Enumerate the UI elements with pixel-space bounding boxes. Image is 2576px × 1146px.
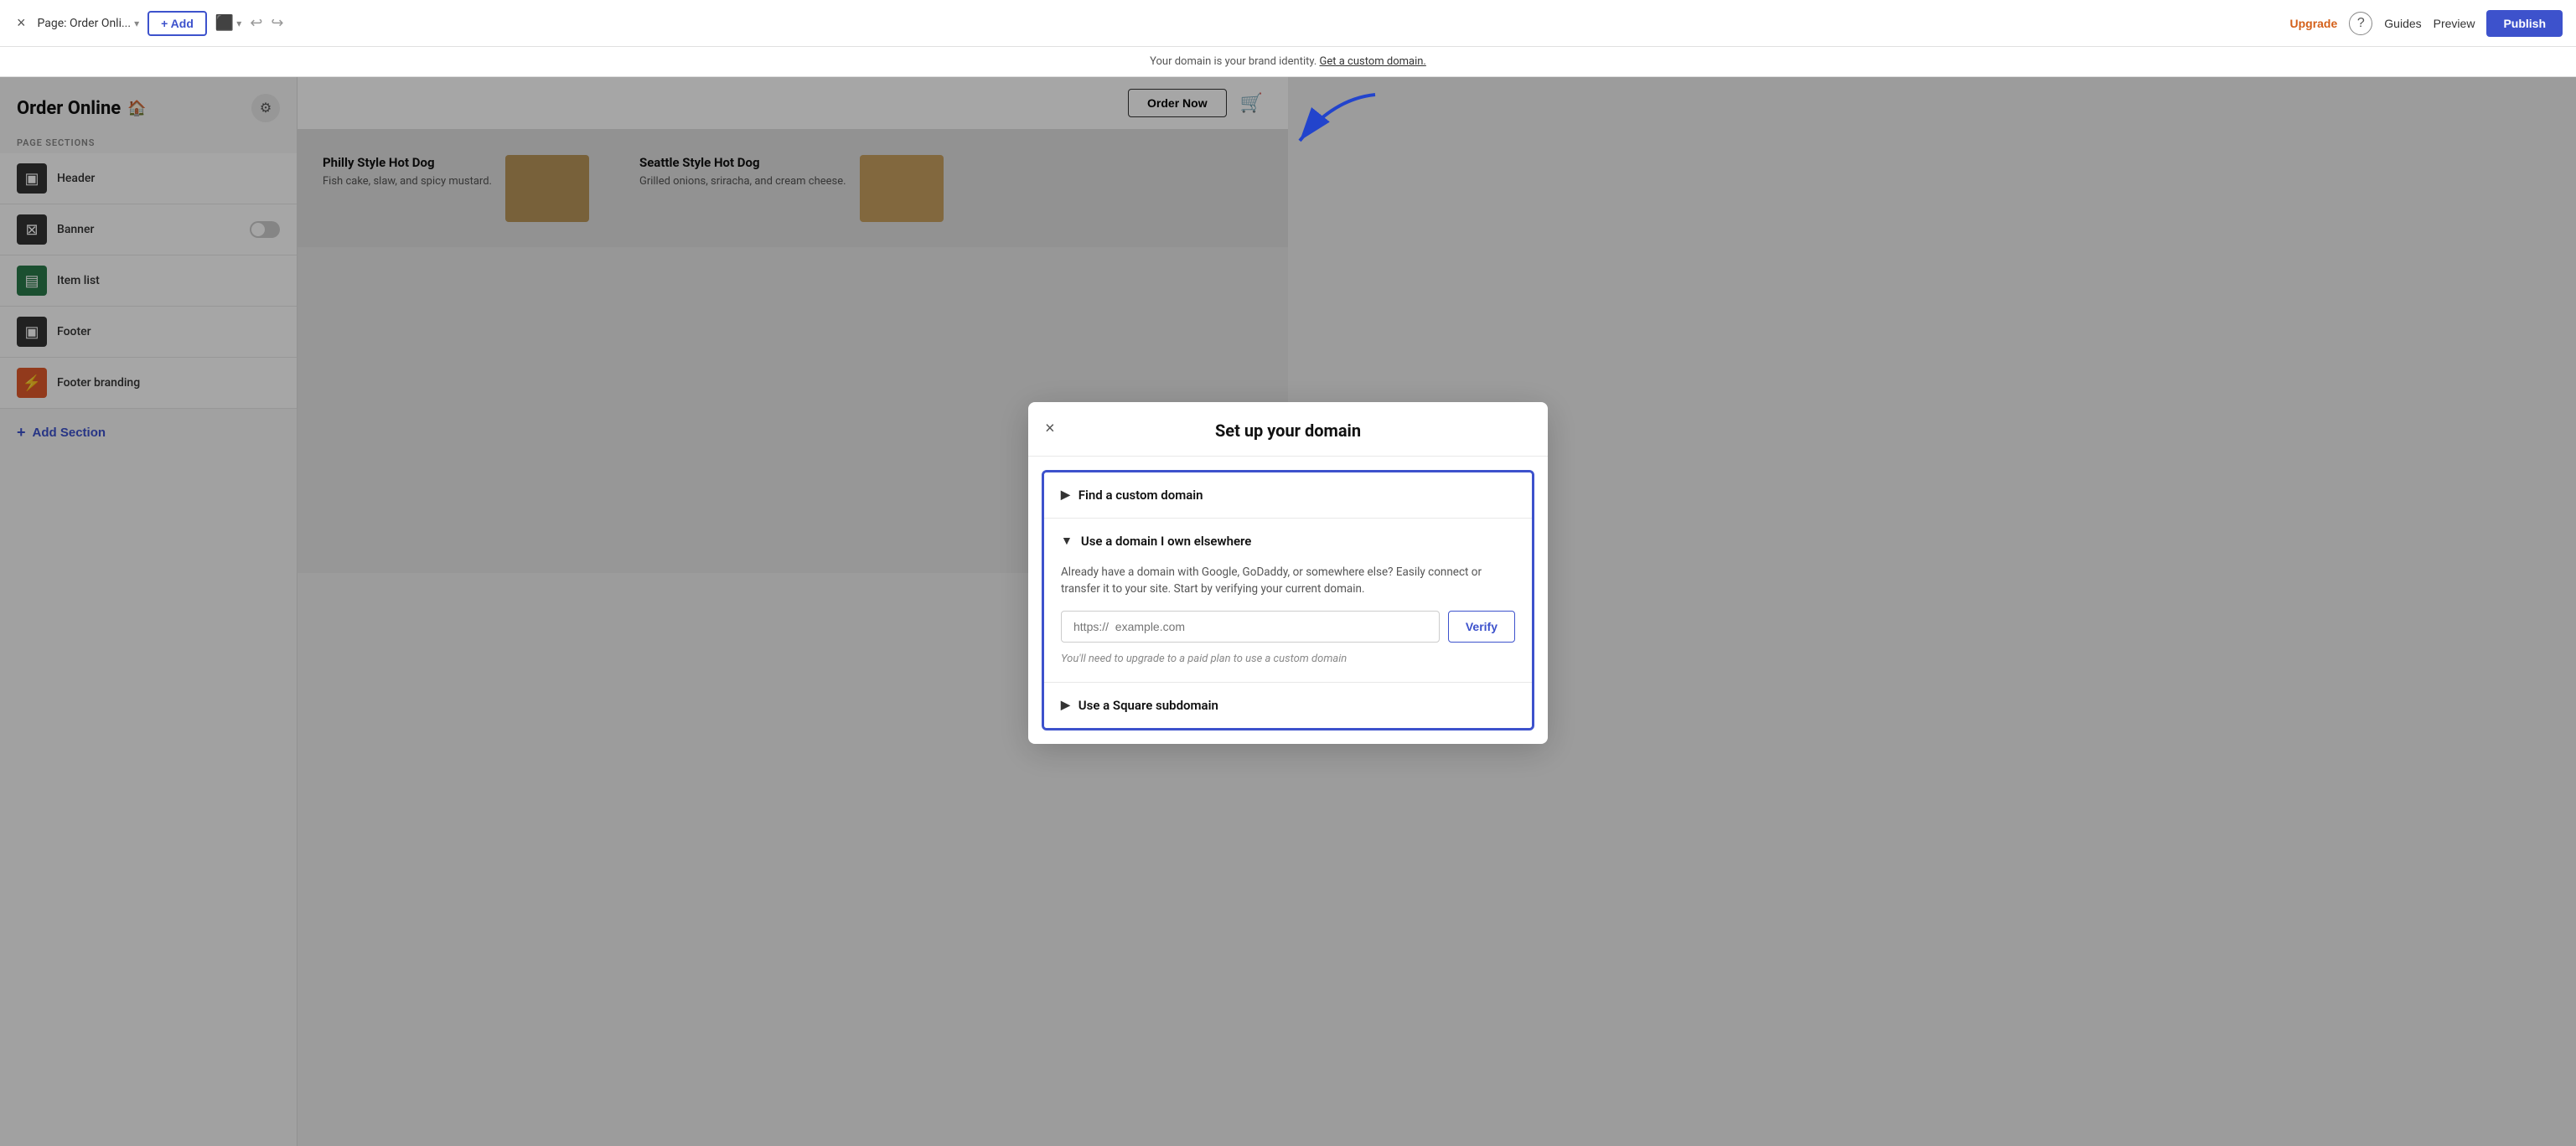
own-elsewhere-description: Already have a domain with Google, GoDad… [1061, 564, 1515, 598]
preview-button[interactable]: Preview [2434, 17, 2475, 30]
subdomain-label: Use a Square subdomain [1079, 698, 1218, 713]
accordion-subdomain-header[interactable]: ▶ Use a Square subdomain [1044, 683, 1532, 728]
domain-banner-link[interactable]: Get a custom domain. [1320, 55, 1426, 68]
monitor-dropdown-icon: ▾ [236, 18, 241, 29]
page-label: Page: Order Onli... ▾ [38, 17, 140, 30]
modal-title: Set up your domain [1215, 421, 1361, 441]
monitor-button[interactable]: ⬛ ▾ [215, 14, 241, 32]
modal-body: ▶ Find a custom domain ▼ Use a domain I … [1042, 470, 1534, 731]
undo-button[interactable]: ↩ [250, 14, 262, 32]
accordion-find-custom-header[interactable]: ▶ Find a custom domain [1044, 472, 1532, 518]
modal-close-button[interactable]: × [1045, 419, 1055, 438]
accordion-subdomain: ▶ Use a Square subdomain [1044, 683, 1532, 728]
accordion-own-elsewhere: ▼ Use a domain I own elsewhere Already h… [1044, 519, 1532, 684]
page-name: Page: Order Onli... [38, 17, 132, 30]
verify-button[interactable]: Verify [1448, 611, 1515, 643]
find-custom-label: Find a custom domain [1079, 488, 1203, 503]
modal-overlay[interactable]: × Set up your domain ▶ Find a custom dom… [0, 0, 2576, 1146]
help-button[interactable]: ? [2349, 12, 2372, 35]
domain-input[interactable] [1061, 611, 1440, 643]
find-custom-chevron: ▶ [1061, 488, 1070, 502]
topbar-right: Upgrade ? Guides Preview Publish [2289, 10, 2563, 37]
page-dropdown-icon[interactable]: ▾ [134, 18, 139, 29]
modal-header: × Set up your domain [1028, 402, 1548, 457]
own-elsewhere-label: Use a domain I own elsewhere [1081, 534, 1251, 549]
accordion-own-elsewhere-header[interactable]: ▼ Use a domain I own elsewhere [1044, 519, 1532, 564]
guides-button[interactable]: Guides [2384, 17, 2421, 30]
upgrade-notice: You'll need to upgrade to a paid plan to… [1061, 653, 1515, 665]
domain-banner-text: Your domain is your brand identity. [1150, 55, 1316, 68]
own-elsewhere-chevron: ▼ [1061, 534, 1073, 548]
domain-input-row: Verify [1061, 611, 1515, 643]
add-button[interactable]: + Add [147, 11, 207, 36]
domain-banner: Your domain is your brand identity. Get … [0, 47, 2576, 77]
topbar-left: × Page: Order Onli... ▾ + Add ⬛ ▾ ↩ ↪ [13, 11, 284, 36]
arrow-annotation [1283, 90, 1384, 157]
publish-button[interactable]: Publish [2486, 10, 2563, 37]
upgrade-button[interactable]: Upgrade [2289, 17, 2337, 30]
topbar: × Page: Order Onli... ▾ + Add ⬛ ▾ ↩ ↪ Up… [0, 0, 2576, 47]
monitor-icon: ⬛ [215, 14, 234, 32]
modal: × Set up your domain ▶ Find a custom dom… [1028, 402, 1548, 745]
subdomain-chevron: ▶ [1061, 699, 1070, 712]
accordion-find-custom: ▶ Find a custom domain [1044, 472, 1532, 519]
redo-button[interactable]: ↪ [271, 14, 283, 32]
accordion-own-elsewhere-content: Already have a domain with Google, GoDad… [1044, 564, 1532, 683]
close-button[interactable]: × [13, 11, 29, 35]
